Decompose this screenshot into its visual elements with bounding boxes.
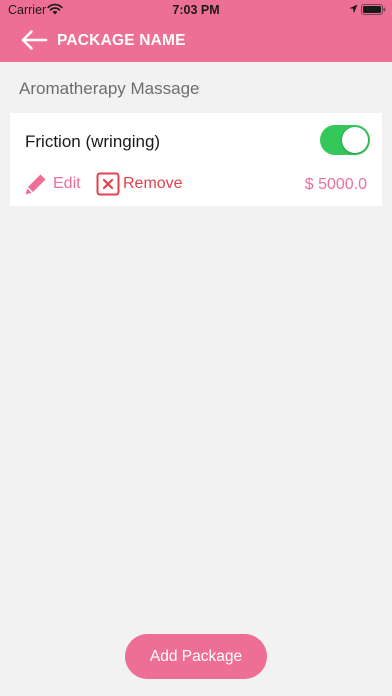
close-box-icon	[96, 172, 120, 196]
location-arrow-icon	[349, 4, 358, 14]
package-item-name: Friction (wringing)	[25, 132, 161, 151]
remove-button[interactable]: Remove	[96, 171, 183, 197]
package-enabled-toggle[interactable]	[320, 125, 370, 155]
add-package-button[interactable]: Add Package	[125, 634, 267, 679]
package-item-card: Friction (wringing) Edit Remove $ 5000.0	[10, 113, 382, 206]
edit-label: Edit	[53, 175, 81, 192]
battery-icon	[361, 4, 386, 15]
package-price: $ 5000.0	[304, 176, 367, 193]
app-header: Carrier 7:03 PM PACKAGE NAME	[0, 0, 392, 62]
remove-label: Remove	[123, 175, 183, 192]
section-title: Aromatherapy Massage	[19, 79, 200, 98]
edit-button[interactable]: Edit	[24, 171, 81, 197]
status-time: 7:03 PM	[172, 3, 220, 17]
toggle-knob	[342, 127, 368, 153]
pencil-icon	[25, 174, 46, 195]
arrow-left-icon[interactable]	[20, 29, 48, 51]
page-title: PACKAGE NAME	[57, 32, 186, 49]
status-bar: Carrier 7:03 PM	[0, 0, 392, 20]
